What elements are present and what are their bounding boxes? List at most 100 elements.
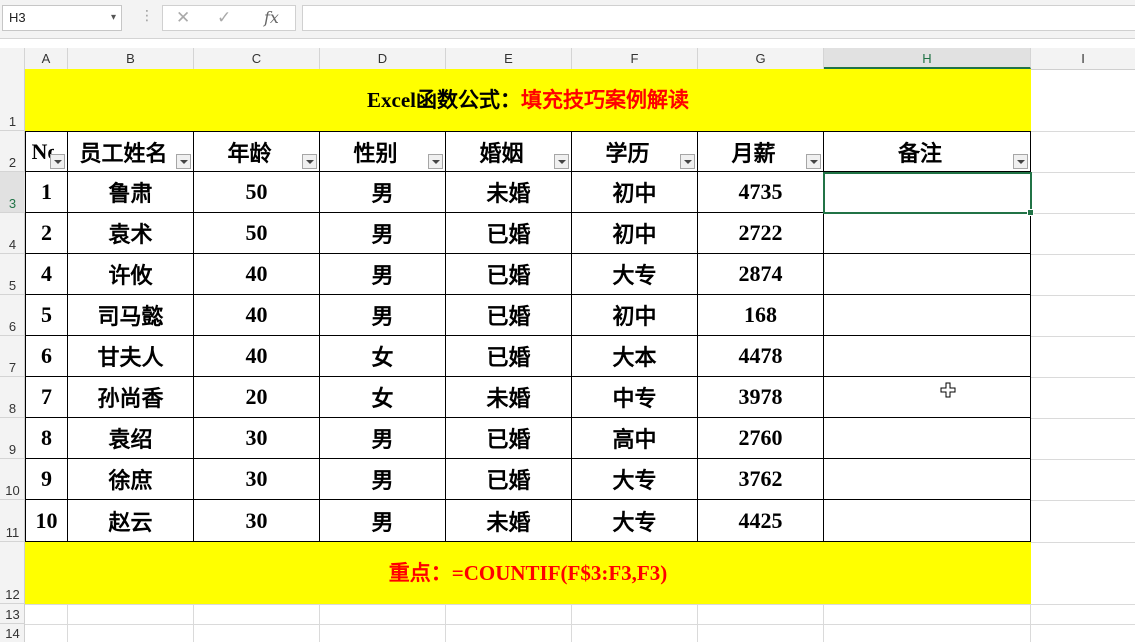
- row-header-13[interactable]: 13: [0, 604, 25, 624]
- row-header-8[interactable]: 8: [0, 377, 25, 418]
- title-banner[interactable]: Excel函数公式：填充技巧案例解读: [25, 69, 1031, 131]
- cell-marriage[interactable]: 已婚: [446, 295, 572, 336]
- cell-salary[interactable]: 168: [698, 295, 824, 336]
- cell-education[interactable]: 高中: [572, 418, 698, 459]
- header-cell-remarks[interactable]: 备注: [824, 131, 1031, 172]
- chevron-down-icon[interactable]: ▾: [111, 6, 116, 30]
- row-header-5[interactable]: 5: [0, 254, 25, 295]
- cell-gender[interactable]: 男: [320, 254, 446, 295]
- row-header-7[interactable]: 7: [0, 336, 25, 377]
- cell-remarks[interactable]: [824, 377, 1031, 418]
- filter-dropdown-icon[interactable]: [554, 154, 569, 169]
- row-header-11[interactable]: 11: [0, 500, 25, 542]
- cell-no[interactable]: 5: [25, 295, 68, 336]
- filter-dropdown-icon[interactable]: [302, 154, 317, 169]
- cell-remarks[interactable]: [824, 500, 1031, 542]
- cell-age[interactable]: 50: [194, 172, 320, 213]
- cell-age[interactable]: 40: [194, 336, 320, 377]
- insert-function-icon[interactable]: fx: [264, 8, 279, 27]
- row-header-14[interactable]: 14: [0, 624, 25, 642]
- cell-education[interactable]: 中专: [572, 377, 698, 418]
- cell-education[interactable]: 初中: [572, 172, 698, 213]
- cell-gender[interactable]: 男: [320, 500, 446, 542]
- cell-salary[interactable]: 4478: [698, 336, 824, 377]
- cell-salary[interactable]: 4425: [698, 500, 824, 542]
- cell-no[interactable]: 6: [25, 336, 68, 377]
- filter-dropdown-icon[interactable]: [680, 154, 695, 169]
- cell-remarks[interactable]: [824, 254, 1031, 295]
- cell-gender[interactable]: 女: [320, 336, 446, 377]
- cell-education[interactable]: 大专: [572, 500, 698, 542]
- cell-salary[interactable]: 3762: [698, 459, 824, 500]
- header-cell-salary[interactable]: 月薪: [698, 131, 824, 172]
- cell-age[interactable]: 30: [194, 418, 320, 459]
- row-header-2[interactable]: 2: [0, 131, 25, 172]
- column-header-e[interactable]: E: [446, 48, 572, 69]
- cell-gender[interactable]: 男: [320, 213, 446, 254]
- name-box[interactable]: H3 ▾: [2, 5, 122, 31]
- cell-marriage[interactable]: 已婚: [446, 254, 572, 295]
- cell-name[interactable]: 袁绍: [68, 418, 194, 459]
- cell-gender[interactable]: 女: [320, 377, 446, 418]
- row-header-6[interactable]: 6: [0, 295, 25, 336]
- row-header-12[interactable]: 12: [0, 542, 25, 604]
- more-options-icon[interactable]: ⋮: [140, 8, 154, 24]
- cell-age[interactable]: 40: [194, 295, 320, 336]
- cell-salary[interactable]: 2760: [698, 418, 824, 459]
- cell-gender[interactable]: 男: [320, 418, 446, 459]
- cell-gender[interactable]: 男: [320, 172, 446, 213]
- row-header-3[interactable]: 3: [0, 172, 25, 213]
- cell-education[interactable]: 大专: [572, 459, 698, 500]
- column-header-i[interactable]: I: [1031, 48, 1135, 69]
- cell-marriage[interactable]: 未婚: [446, 500, 572, 542]
- column-header-b[interactable]: B: [68, 48, 194, 69]
- filter-dropdown-icon[interactable]: [1013, 154, 1028, 169]
- cell-age[interactable]: 30: [194, 500, 320, 542]
- cell-remarks[interactable]: [824, 418, 1031, 459]
- cell-name[interactable]: 赵云: [68, 500, 194, 542]
- cell-no[interactable]: 7: [25, 377, 68, 418]
- cell-name[interactable]: 甘夫人: [68, 336, 194, 377]
- cell-no[interactable]: 1: [25, 172, 68, 213]
- cell-no[interactable]: 2: [25, 213, 68, 254]
- cell-no[interactable]: 9: [25, 459, 68, 500]
- footer-banner[interactable]: 重点：=COUNTIF(F$3:F3,F3): [25, 542, 1031, 604]
- header-cell-marriage[interactable]: 婚姻: [446, 131, 572, 172]
- cell-gender[interactable]: 男: [320, 459, 446, 500]
- column-header-d[interactable]: D: [320, 48, 446, 69]
- column-header-h[interactable]: H: [824, 48, 1031, 69]
- cell-marriage[interactable]: 已婚: [446, 213, 572, 254]
- cell-name[interactable]: 许攸: [68, 254, 194, 295]
- formula-input[interactable]: [302, 5, 1135, 31]
- cell-gender[interactable]: 男: [320, 295, 446, 336]
- cell-age[interactable]: 20: [194, 377, 320, 418]
- header-cell-no[interactable]: No: [25, 131, 68, 172]
- cell-salary[interactable]: 2874: [698, 254, 824, 295]
- column-header-c[interactable]: C: [194, 48, 320, 69]
- header-cell-education[interactable]: 学历: [572, 131, 698, 172]
- cell-marriage[interactable]: 未婚: [446, 377, 572, 418]
- filter-dropdown-icon[interactable]: [176, 154, 191, 169]
- cell-name[interactable]: 鲁肃: [68, 172, 194, 213]
- cancel-icon[interactable]: ✕: [176, 8, 190, 28]
- select-all-corner[interactable]: [0, 48, 25, 69]
- column-header-a[interactable]: A: [25, 48, 68, 69]
- cell-remarks[interactable]: [824, 459, 1031, 500]
- cell-name[interactable]: 司马懿: [68, 295, 194, 336]
- cell-name[interactable]: 孙尚香: [68, 377, 194, 418]
- cell-education[interactable]: 初中: [572, 295, 698, 336]
- row-header-10[interactable]: 10: [0, 459, 25, 500]
- column-header-f[interactable]: F: [572, 48, 698, 69]
- cell-no[interactable]: 8: [25, 418, 68, 459]
- cell-education[interactable]: 初中: [572, 213, 698, 254]
- row-header-1[interactable]: 1: [0, 69, 25, 131]
- column-header-g[interactable]: G: [698, 48, 824, 69]
- cell-remarks[interactable]: [824, 295, 1031, 336]
- filter-dropdown-icon[interactable]: [806, 154, 821, 169]
- cell-salary[interactable]: 2722: [698, 213, 824, 254]
- row-header-9[interactable]: 9: [0, 418, 25, 459]
- cell-salary[interactable]: 4735: [698, 172, 824, 213]
- cell-remarks[interactable]: [824, 213, 1031, 254]
- cell-no[interactable]: 10: [25, 500, 68, 542]
- cell-remarks[interactable]: [824, 336, 1031, 377]
